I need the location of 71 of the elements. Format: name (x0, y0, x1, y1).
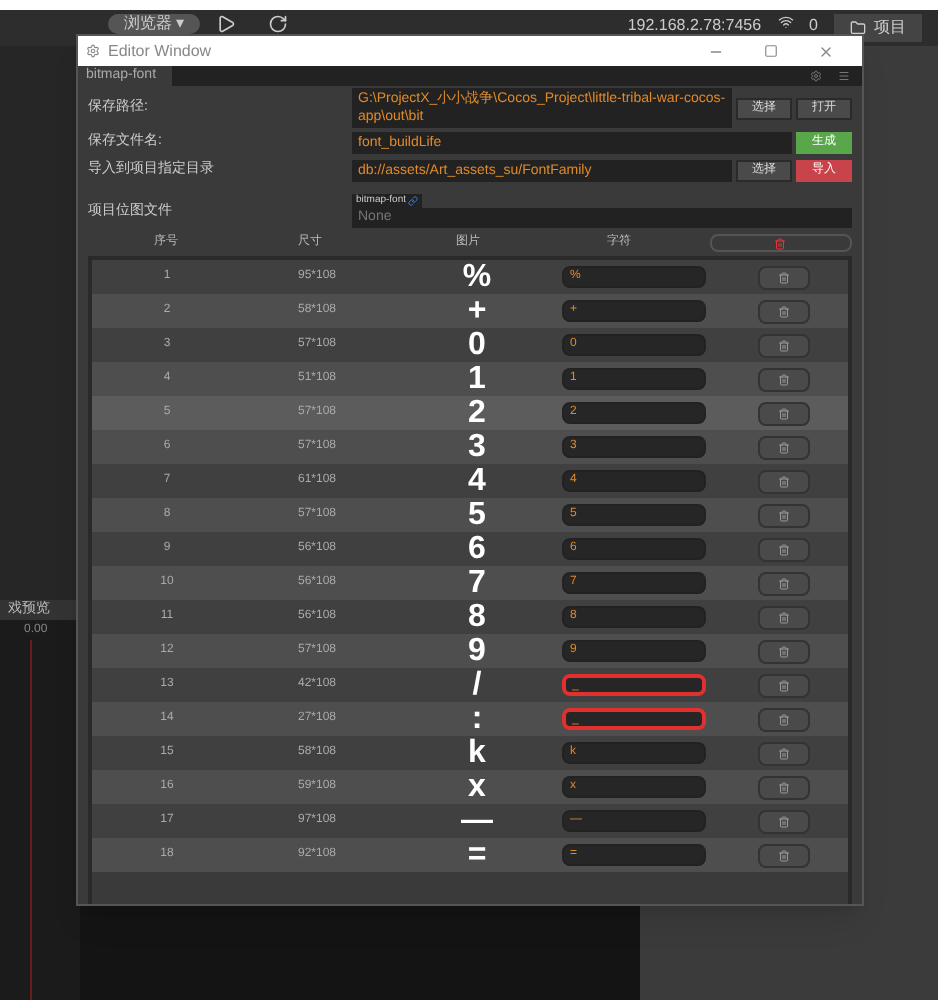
trash-icon (778, 577, 790, 589)
trash-icon (778, 713, 790, 725)
delete-button[interactable] (758, 673, 810, 697)
delete-button[interactable] (758, 639, 810, 663)
trash-icon (778, 441, 790, 453)
glyph-image: 5 (466, 498, 488, 532)
glyph-image: k (466, 736, 488, 770)
delete-button[interactable] (758, 605, 810, 629)
glyph-image: : (469, 702, 485, 736)
glyph-image: 1 (466, 362, 488, 396)
trash-icon (778, 373, 790, 385)
glyph-image: = (465, 838, 489, 872)
trash-icon (778, 611, 790, 623)
close-icon[interactable] (818, 43, 834, 59)
trash-icon (778, 475, 790, 487)
glyph-image: % (460, 260, 494, 294)
window-title: Editor Window (108, 39, 212, 63)
trash-icon (778, 509, 790, 521)
wifi-icon (777, 14, 794, 30)
glyph-image: 4 (466, 464, 488, 498)
glyph-image: 6 (466, 532, 488, 566)
trash-icon (778, 781, 790, 793)
delete-button[interactable] (758, 367, 810, 391)
glyph-image: / (470, 668, 484, 702)
delete-button[interactable] (758, 401, 810, 425)
delete-button[interactable] (758, 299, 810, 323)
link-icon (408, 196, 419, 206)
trash-icon (778, 679, 790, 691)
trash-icon (778, 271, 790, 283)
delete-button[interactable] (758, 333, 810, 357)
glyph-image: 0 (466, 328, 488, 362)
trash-icon (778, 815, 790, 827)
delete-button[interactable] (758, 435, 810, 459)
connection-count: 0 (809, 14, 818, 38)
delete-button[interactable] (758, 809, 810, 833)
glyph-image: 9 (466, 634, 488, 668)
delete-button[interactable] (758, 571, 810, 595)
delete-button[interactable] (758, 537, 810, 561)
folder-icon (850, 20, 866, 36)
trash-icon (778, 849, 790, 861)
trash-icon (778, 339, 790, 351)
delete-button[interactable] (758, 707, 810, 731)
glyph-image: 7 (466, 566, 488, 600)
delete-all-button[interactable] (709, 234, 852, 252)
maximize-icon[interactable] (764, 44, 778, 58)
delete-button[interactable] (758, 741, 810, 765)
glyph-image: — (459, 804, 495, 838)
delete-button[interactable] (758, 469, 810, 493)
browser-dropdown[interactable]: 浏览器 ▾ (108, 14, 201, 34)
glyph-image: 8 (466, 600, 488, 634)
trash-icon (778, 645, 790, 657)
delete-button[interactable] (758, 775, 810, 799)
trash-icon (774, 237, 787, 249)
trash-icon (778, 543, 790, 555)
server-address: 192.168.2.78:7456 (627, 14, 762, 38)
delete-button[interactable] (758, 265, 810, 289)
glyph-image: 2 (466, 396, 488, 430)
trash-icon (778, 407, 790, 419)
project-button[interactable]: 项目 (834, 14, 922, 42)
menu-icon[interactable] (838, 70, 850, 82)
settings-icon[interactable] (810, 70, 822, 82)
app-icon (86, 44, 100, 58)
delete-button[interactable] (758, 843, 810, 867)
glyph-image: x (466, 770, 488, 804)
refresh-icon[interactable] (268, 14, 289, 34)
trash-icon (778, 747, 790, 759)
glyph-image: + (465, 294, 489, 328)
play-icon[interactable] (216, 14, 237, 34)
glyph-image: 3 (466, 430, 488, 464)
delete-button[interactable] (758, 503, 810, 527)
trash-icon (778, 305, 790, 317)
